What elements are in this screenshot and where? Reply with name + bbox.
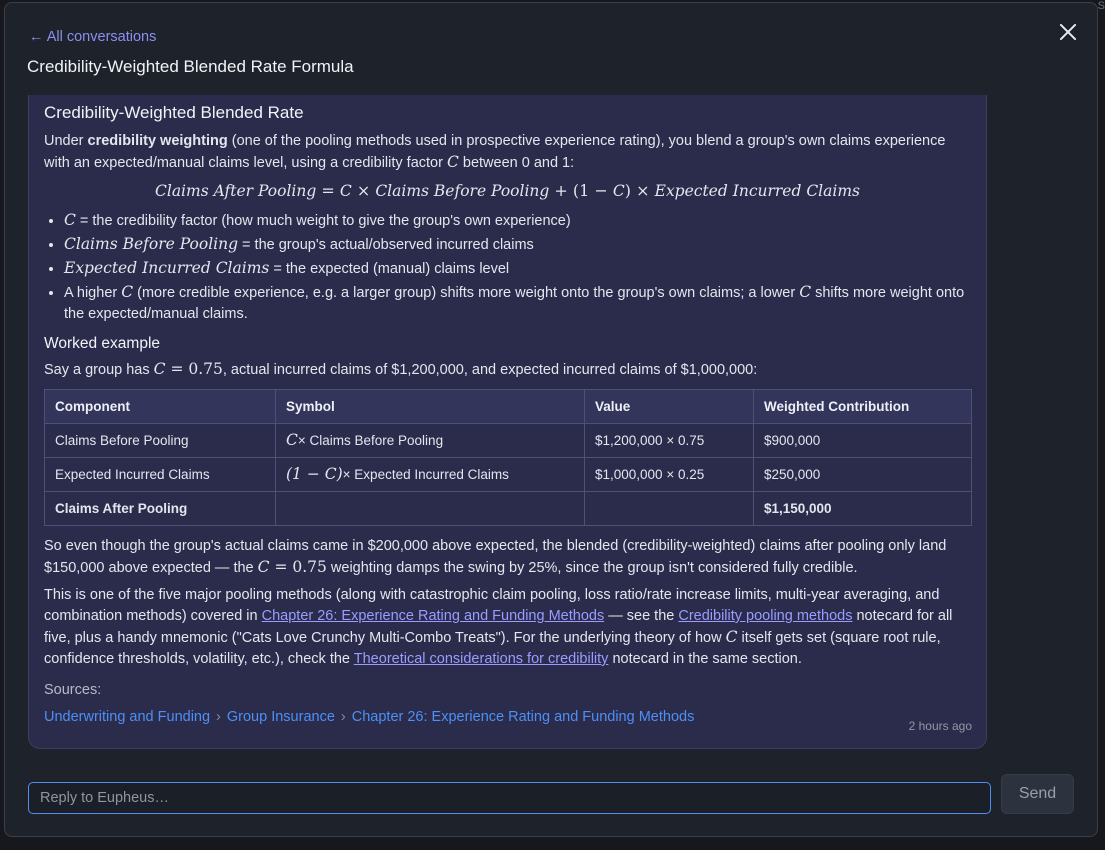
list-item: A higher C (more credible experience, e.… xyxy=(64,282,971,325)
list-item-text: = the expected (manual) claims level xyxy=(269,261,510,277)
column-header: Component xyxy=(44,389,276,424)
math-var: C xyxy=(799,283,812,301)
summary-text: weighting damps the swing by 25%, since … xyxy=(326,560,858,576)
math-value: = 0.75 xyxy=(269,558,327,576)
math-var: C xyxy=(286,431,298,449)
math-var: C xyxy=(121,283,134,301)
assistant-message: Credibility-Weighted Blended Rate Under … xyxy=(28,95,987,749)
conversation-modal: ← All conversations Credibility-Weighted… xyxy=(4,2,1098,837)
worked-example-heading: Worked example xyxy=(44,335,161,352)
formula-term: Expected Incurred Claims xyxy=(654,182,860,200)
table-row-total: Claims After Pooling $1,150,000 xyxy=(44,491,972,526)
worked-text: , actual incurred claims of $1,200,000, … xyxy=(222,362,758,378)
table-header-row: Component Symbol Value Weighted Contribu… xyxy=(44,389,972,424)
table-row: Claims Before Pooling C× Claims Before P… xyxy=(44,423,972,458)
breadcrumb-separator: › xyxy=(340,709,346,725)
cell-text: × Expected Incurred Claims xyxy=(342,467,509,482)
intro-paragraph: Under credibility weighting (one of the … xyxy=(44,131,971,174)
formula-op: ) × xyxy=(624,181,655,200)
math-var: Expected Incurred Claims xyxy=(64,259,270,277)
column-header: Value xyxy=(584,389,754,424)
table-cell: $1,200,000 × 0.75 xyxy=(584,423,754,458)
list-item-text: (more credible experience, e.g. a larger… xyxy=(133,285,800,301)
list-item-text: A higher xyxy=(64,285,122,301)
breadcrumb-group-insurance[interactable]: Group Insurance xyxy=(227,709,335,725)
list-item: C = the credibility factor (how much wei… xyxy=(64,210,971,232)
formula-op: × xyxy=(351,181,376,200)
math-var: C xyxy=(446,153,459,171)
message-timestamp: 2 hours ago xyxy=(908,719,972,733)
credibility-pooling-methods-link[interactable]: Credibility pooling methods xyxy=(678,608,852,624)
reference-text: notecard in the same section. xyxy=(608,651,802,667)
math-value: = 0.75 xyxy=(165,360,223,378)
breadcrumb-chapter-26[interactable]: Chapter 26: Experience Rating and Fundin… xyxy=(352,709,695,725)
math-var: Claims Before Pooling xyxy=(64,235,239,253)
chapter-26-link[interactable]: Chapter 26: Experience Rating and Fundin… xyxy=(262,608,605,624)
summary-paragraph: So even though the group's actual claims… xyxy=(44,536,971,579)
theoretical-considerations-link[interactable]: Theoretical considerations for credibili… xyxy=(354,651,609,667)
list-item: Expected Incurred Claims = the expected … xyxy=(64,258,971,280)
worked-text: Say a group has xyxy=(44,362,154,378)
cell-text: × Claims Before Pooling xyxy=(297,433,444,448)
column-header: Weighted Contribution xyxy=(753,389,972,424)
math-var: C xyxy=(257,558,270,576)
intro-bold: credibility weighting xyxy=(87,133,228,149)
formula-term: Claims Before Pooling xyxy=(375,182,550,200)
all-conversations-link[interactable]: ← All conversations xyxy=(29,29,156,45)
table-cell: $900,000 xyxy=(753,423,972,458)
table-cell: Claims Before Pooling xyxy=(44,423,276,458)
formula-op: = xyxy=(316,181,340,200)
table-cell: Claims After Pooling xyxy=(44,491,276,526)
table-cell: $250,000 xyxy=(753,457,972,492)
list-item: Claims Before Pooling = the group's actu… xyxy=(64,234,971,256)
math-var: (1 − C) xyxy=(286,465,343,483)
close-icon[interactable] xyxy=(1057,21,1079,43)
reply-input[interactable] xyxy=(28,782,991,814)
table-cell: C× Claims Before Pooling xyxy=(275,423,585,458)
intro-text: between 0 and 1: xyxy=(458,155,575,171)
table-cell xyxy=(275,491,585,526)
list-item-text: = the credibility factor (how much weigh… xyxy=(75,213,571,229)
breadcrumb-separator: › xyxy=(216,709,221,725)
table-cell: $1,150,000 xyxy=(753,491,972,526)
reference-paragraph: This is one of the five major pooling me… xyxy=(44,585,971,670)
math-var: C xyxy=(64,211,76,229)
definition-list: C = the credibility factor (how much wei… xyxy=(44,210,971,325)
table-cell: $1,000,000 × 0.25 xyxy=(584,457,754,492)
conversation-title: Credibility-Weighted Blended Rate Formul… xyxy=(27,57,354,76)
formula: Claims After Pooling = C × Claims Before… xyxy=(44,180,971,202)
sources-label: Sources: xyxy=(44,682,102,698)
breadcrumb-underwriting[interactable]: Underwriting and Funding xyxy=(44,709,210,725)
formula-op: + (1 − xyxy=(549,181,613,200)
worked-example-table: Component Symbol Value Weighted Contribu… xyxy=(44,389,972,526)
table-cell: Expected Incurred Claims xyxy=(44,457,276,492)
column-header: Symbol xyxy=(275,389,585,424)
send-button[interactable]: Send xyxy=(1001,774,1074,814)
formula-term: C xyxy=(339,182,352,200)
math-var: C xyxy=(725,628,738,646)
table-cell: (1 − C)× Expected Incurred Claims xyxy=(275,457,585,492)
reference-text: — see the xyxy=(604,608,679,624)
intro-text: Under xyxy=(44,133,88,149)
corner-glyph: S xyxy=(1097,0,1105,12)
table-row: Expected Incurred Claims (1 − C)× Expect… xyxy=(44,457,972,492)
list-item-text: = the group's actual/observed incurred c… xyxy=(238,237,534,253)
worked-example-intro: Say a group has C = 0.75, actual incurre… xyxy=(44,359,971,381)
math-var: C xyxy=(153,360,166,378)
message-heading: Credibility-Weighted Blended Rate xyxy=(44,103,304,122)
source-breadcrumb: Underwriting and Funding › Group Insurance… xyxy=(44,707,971,728)
formula-term: Claims After Pooling xyxy=(155,182,317,200)
formula-term: C xyxy=(612,182,625,200)
table-cell xyxy=(584,491,754,526)
